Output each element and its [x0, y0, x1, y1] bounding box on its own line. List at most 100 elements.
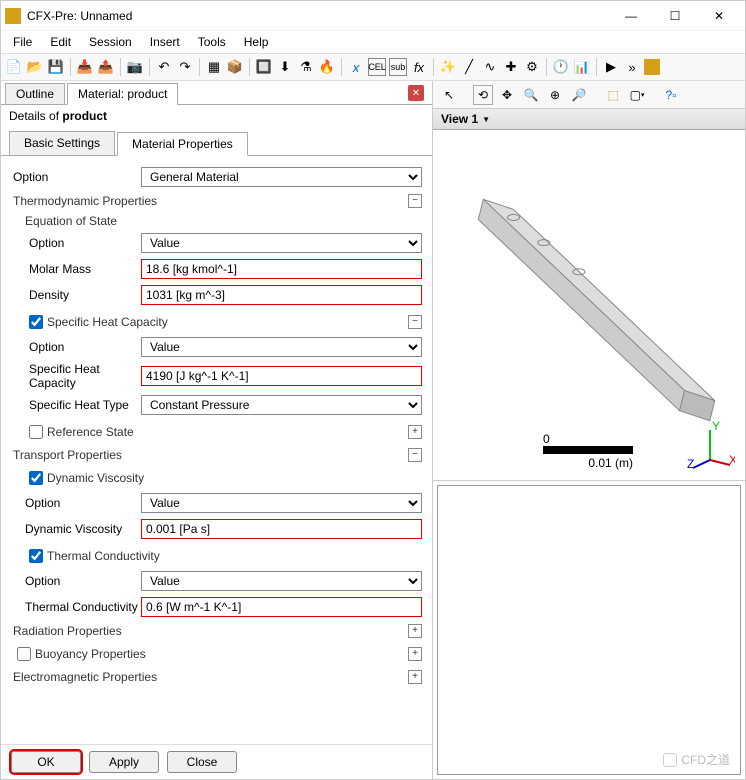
shc-input[interactable]	[141, 366, 422, 386]
menu-help[interactable]: Help	[236, 33, 277, 51]
select-icon[interactable]: ⬚	[603, 85, 623, 105]
shc-header[interactable]: Specific Heat Capacity −	[11, 312, 422, 332]
sht-label: Specific Heat Type	[11, 398, 141, 412]
expand-icon[interactable]: +	[408, 647, 422, 661]
sub-icon[interactable]: sub	[389, 58, 407, 76]
tab-material[interactable]: Material: product	[67, 83, 178, 105]
dynvisc-checkbox[interactable]	[29, 471, 43, 485]
electro-header[interactable]: Electromagnetic Properties +	[11, 670, 422, 684]
menu-insert[interactable]: Insert	[142, 33, 188, 51]
buoyancy-header[interactable]: Buoyancy Properties +	[11, 644, 422, 664]
plus-icon[interactable]: ✚	[502, 58, 520, 76]
lower-viewport[interactable]: CFD之道	[437, 485, 741, 775]
zoom-in-icon[interactable]: 🔍	[521, 85, 541, 105]
thermcond-option-select[interactable]: Value	[141, 571, 422, 591]
sht-select[interactable]: Constant Pressure	[141, 395, 422, 415]
maximize-button[interactable]: ☐	[653, 2, 697, 30]
app-icon	[5, 8, 21, 24]
render-icon[interactable]: ▢▾	[627, 85, 647, 105]
gear-icon[interactable]: ⚙	[523, 58, 541, 76]
new-icon[interactable]: 📄	[5, 58, 23, 76]
dynvisc-header[interactable]: Dynamic Viscosity	[11, 468, 422, 488]
density-label: Density	[11, 288, 141, 302]
zoom-box-icon[interactable]: 🔎	[569, 85, 589, 105]
menu-session[interactable]: Session	[81, 33, 140, 51]
fx-icon[interactable]: fx	[410, 58, 428, 76]
source-icon[interactable]: ⬇	[276, 58, 294, 76]
curve-icon[interactable]: ∿	[481, 58, 499, 76]
thermcond-option-label: Option	[11, 574, 141, 588]
open-icon[interactable]: 📂	[26, 58, 44, 76]
mesh-icon[interactable]: ▦	[205, 58, 223, 76]
tab-outline[interactable]: Outline	[5, 83, 65, 104]
buoyancy-checkbox[interactable]	[17, 647, 31, 661]
right-panel: ↖ ⟲ ✥ 🔍 ⊕ 🔎 ⬚ ▢▾ ?▫ View 1▼	[433, 81, 745, 779]
run-icon[interactable]: ▶	[602, 58, 620, 76]
thermcond-checkbox[interactable]	[29, 549, 43, 563]
close-tab-icon[interactable]: ✕	[408, 85, 424, 101]
pointer-icon[interactable]: ↖	[439, 85, 459, 105]
tab-basic-settings[interactable]: Basic Settings	[9, 131, 115, 155]
expand-icon[interactable]: +	[408, 670, 422, 684]
redo-icon[interactable]: ↷	[176, 58, 194, 76]
stack-icon[interactable]	[644, 59, 660, 75]
svg-text:Y: Y	[712, 420, 720, 433]
shc-option-select[interactable]: Value	[141, 337, 422, 357]
left-panel: Outline Material: product ✕ Details of p…	[1, 81, 433, 779]
dynvisc-option-select[interactable]: Value	[141, 493, 422, 513]
density-input[interactable]	[141, 285, 422, 305]
close-button[interactable]: Close	[167, 751, 237, 773]
apply-button[interactable]: Apply	[89, 751, 159, 773]
export-icon[interactable]: 📤	[97, 58, 115, 76]
more-icon[interactable]: »	[623, 58, 641, 76]
domain-icon[interactable]: 📦	[226, 58, 244, 76]
shc-checkbox[interactable]	[29, 315, 43, 329]
dialog-buttons: OK Apply Close	[1, 744, 432, 779]
dynvisc-input[interactable]	[141, 519, 422, 539]
menu-tools[interactable]: Tools	[190, 33, 234, 51]
collapse-icon[interactable]: −	[408, 194, 422, 208]
eos-header[interactable]: Equation of State	[11, 214, 422, 228]
flask-icon[interactable]: ⚗	[297, 58, 315, 76]
thermcond-header[interactable]: Thermal Conductivity	[11, 546, 422, 566]
transport-header[interactable]: Transport Properties −	[11, 448, 422, 462]
expression-x-icon[interactable]: x	[347, 58, 365, 76]
refstate-header[interactable]: Reference State +	[11, 422, 422, 442]
eos-option-select[interactable]: Value	[141, 233, 422, 253]
refstate-checkbox[interactable]	[29, 425, 43, 439]
pan-icon[interactable]: ✥	[497, 85, 517, 105]
expand-icon[interactable]: +	[408, 425, 422, 439]
line-icon[interactable]: ╱	[460, 58, 478, 76]
zoom-fit-icon[interactable]: ⊕	[545, 85, 565, 105]
expand-icon[interactable]: +	[408, 624, 422, 638]
details-header: Details of product	[1, 105, 432, 127]
ok-button[interactable]: OK	[11, 751, 81, 773]
tab-material-properties[interactable]: Material Properties	[117, 132, 248, 156]
svg-text:X: X	[729, 453, 735, 467]
flame-icon[interactable]: 🔥	[318, 58, 336, 76]
minimize-button[interactable]: —	[609, 2, 653, 30]
rotate-icon[interactable]: ⟲	[473, 85, 493, 105]
save-icon[interactable]: 💾	[47, 58, 65, 76]
menu-edit[interactable]: Edit	[42, 33, 79, 51]
thermo-header[interactable]: Thermodynamic Properties −	[11, 194, 422, 208]
boundary-icon[interactable]: 🔲	[255, 58, 273, 76]
wand-icon[interactable]: ✨	[439, 58, 457, 76]
cel-icon[interactable]: CEL	[368, 58, 386, 76]
undo-icon[interactable]: ↶	[155, 58, 173, 76]
option-select[interactable]: General Material	[141, 167, 422, 187]
camera-icon[interactable]: 📷	[126, 58, 144, 76]
clock-icon[interactable]: 🕐	[552, 58, 570, 76]
menu-file[interactable]: File	[5, 33, 40, 51]
thermcond-input[interactable]	[141, 597, 422, 617]
collapse-icon[interactable]: −	[408, 448, 422, 462]
radiation-header[interactable]: Radiation Properties +	[11, 624, 422, 638]
molar-mass-input[interactable]	[141, 259, 422, 279]
view-header[interactable]: View 1▼	[433, 109, 745, 130]
import-icon[interactable]: 📥	[76, 58, 94, 76]
3d-viewport[interactable]: 0 0.01 (m) Y X Z	[433, 130, 745, 481]
chart-icon[interactable]: 📊	[573, 58, 591, 76]
collapse-icon[interactable]: −	[408, 315, 422, 329]
close-window-button[interactable]: ✕	[697, 2, 741, 30]
help-icon[interactable]: ?▫	[661, 85, 681, 105]
